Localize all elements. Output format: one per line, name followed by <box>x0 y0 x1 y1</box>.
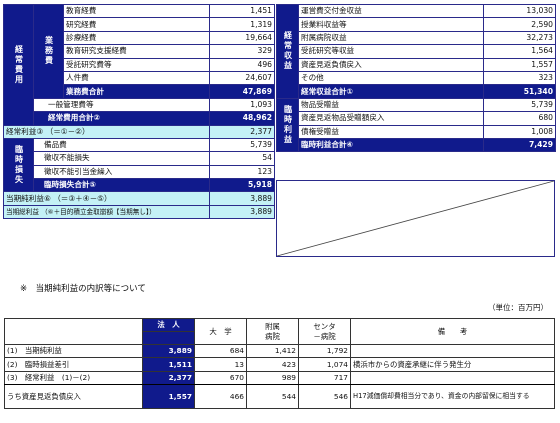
revenue-item-label: 資産見返負債戻入 <box>298 57 484 72</box>
extra-loss-item-label: 徴収不能損失 <box>33 151 210 166</box>
row-label: (1) 当期純利益 <box>4 343 143 359</box>
extra-profit-item-value: 1,008 <box>483 124 556 139</box>
header-corp-fill <box>142 331 195 345</box>
row-label: (3) 経常利益 (1)－(2) <box>4 370 143 386</box>
row-corp: 1,511 <box>142 357 195 372</box>
expense-item-value: 19,664 <box>209 30 275 46</box>
ordinary-profit-label: 経常利益③ （＝①－②） <box>3 124 210 139</box>
extra-profit-group-label: 臨時利益 <box>276 97 299 153</box>
revenue-item-value: 13,030 <box>483 3 556 19</box>
row-note <box>350 370 555 386</box>
ordinary-revenue-group-label: 経常収益 <box>276 4 299 99</box>
header-blank <box>4 318 143 345</box>
unit-label: （単位：百万円） <box>488 303 548 312</box>
expense-item-label: 診療経費 <box>63 30 210 46</box>
row-label: うち資産見返負債戻入 <box>4 384 143 410</box>
expense-item-value: 1,319 <box>209 17 275 32</box>
revenue-table: 経常収益 運営費交付金収益 13,030 授業料収益等 2,590 附属病院収益 3… <box>276 3 556 153</box>
ordinary-profit-value: 2,377 <box>209 124 275 139</box>
extra-profit-item-label: 債権受贈益 <box>298 124 484 139</box>
extra-loss-total-label: 臨時損失合計⑤ <box>33 178 210 193</box>
business-expense-group-label: 業務費 <box>33 4 64 99</box>
row-corp: 1,557 <box>142 384 195 410</box>
expense-item-value: 24,607 <box>209 70 275 86</box>
expense-item-label: 受託研究費等 <box>63 57 210 72</box>
breakdown-table: 法 人 大 学 附属 病院 センタ －病院 備 考 (1) 当期純利益 3,88… <box>4 318 555 410</box>
net-profit-label: 当期純利益⑥ （＝③＋④－⑤） <box>3 191 210 206</box>
row-note: 横浜市からの資産承継に伴う発生分 <box>350 357 555 372</box>
header-note: 備 考 <box>350 318 555 345</box>
row-univ: 684 <box>194 343 247 359</box>
header-corp: 法 人 <box>142 318 195 332</box>
revenue-item-label: 受託研究等収益 <box>298 44 484 59</box>
row-center: 1,792 <box>298 343 351 359</box>
revenue-total-value: 51,340 <box>483 84 556 99</box>
header-hosp: 附属 病院 <box>246 318 299 345</box>
extra-loss-item-value: 54 <box>209 151 275 166</box>
revenue-total-label: 経常収益合計① <box>298 84 484 99</box>
row-corp: 2,377 <box>142 370 195 386</box>
extra-loss-item-value: 123 <box>209 164 275 180</box>
row-corp: 3,889 <box>142 343 195 359</box>
extra-profit-item-label: 資産見返物品受贈額戻入 <box>298 111 484 126</box>
extra-profit-item-value: 5,739 <box>483 97 556 113</box>
extra-profit-total-value: 7,429 <box>483 137 556 153</box>
revenue-item-label: 授業料収益等 <box>298 17 484 32</box>
extra-loss-total-value: 5,918 <box>209 178 275 193</box>
row-hosp: 1,412 <box>246 343 299 359</box>
expense-item-value: 329 <box>209 44 275 59</box>
header-univ: 大 学 <box>194 318 247 345</box>
row-note: H17減価償却費相当分であり、資金の内部留保に相当する <box>350 384 555 410</box>
expense-table: 経常費用 業務費 教育経費 1,451 研究経費 1,319 診療経費 19,664… <box>3 3 275 220</box>
ordinary-expense-group-label: 経常費用 <box>3 4 34 126</box>
expense-item-value: 496 <box>209 57 275 72</box>
expense-item-value: 1,451 <box>209 3 275 19</box>
extra-loss-item-label: 徴収不能引当金繰入 <box>33 164 210 180</box>
row-center: 717 <box>298 370 351 386</box>
revenue-item-value: 2,590 <box>483 17 556 32</box>
extra-profit-item-label: 物品受贈益 <box>298 97 484 113</box>
business-total-label: 業務費合計 <box>63 84 210 99</box>
empty-area <box>276 180 555 257</box>
header-center: センタ －病院 <box>298 318 351 345</box>
general-admin-label: 一般管理費等 <box>33 97 210 113</box>
row-hosp: 989 <box>246 370 299 386</box>
expense-item-label: 研究経費 <box>63 17 210 32</box>
revenue-item-value: 1,557 <box>483 57 556 72</box>
revenue-item-value: 323 <box>483 70 556 86</box>
extra-profit-item-value: 680 <box>483 111 556 126</box>
extra-loss-item-value: 5,739 <box>209 137 275 153</box>
row-center: 546 <box>298 384 351 410</box>
revenue-item-value: 32,273 <box>483 30 556 46</box>
row-hosp: 423 <box>246 357 299 372</box>
revenue-item-label: 運営費交付金収益 <box>298 3 484 19</box>
row-univ: 13 <box>194 357 247 372</box>
section-note: ※ 当期純利益の内訳等について <box>20 284 146 294</box>
row-center: 1,074 <box>298 357 351 372</box>
revenue-item-label: 附属病院収益 <box>298 30 484 46</box>
general-admin-value: 1,093 <box>209 97 275 113</box>
net-profit-value: 3,889 <box>209 191 275 206</box>
ordinary-expense-total-value: 48,962 <box>209 111 275 126</box>
expense-item-label: 教育研究支援経費 <box>63 44 210 59</box>
row-label: (2) 臨時損益差引 <box>4 357 143 372</box>
total-profit-label: 当期総利益 （⑥＋目的積立金取崩額【当期無し】） <box>3 204 210 220</box>
expense-item-label: 人件費 <box>63 70 210 86</box>
row-univ: 670 <box>194 370 247 386</box>
row-hosp: 544 <box>246 384 299 410</box>
business-total-value: 47,869 <box>209 84 275 99</box>
diagonal-line <box>277 181 554 256</box>
row-note <box>350 343 555 359</box>
total-profit-value: 3,889 <box>209 204 275 220</box>
revenue-item-value: 1,564 <box>483 44 556 59</box>
extra-profit-total-label: 臨時利益合計④ <box>298 137 484 153</box>
row-univ: 466 <box>194 384 247 410</box>
ordinary-expense-total-label: 経常費用合計② <box>33 111 210 126</box>
revenue-item-label: その他 <box>298 70 484 86</box>
extra-loss-group-label: 臨時損失 <box>3 137 34 193</box>
expense-item-label: 教育経費 <box>63 3 210 19</box>
extra-loss-item-label: 備品費 <box>33 137 210 153</box>
